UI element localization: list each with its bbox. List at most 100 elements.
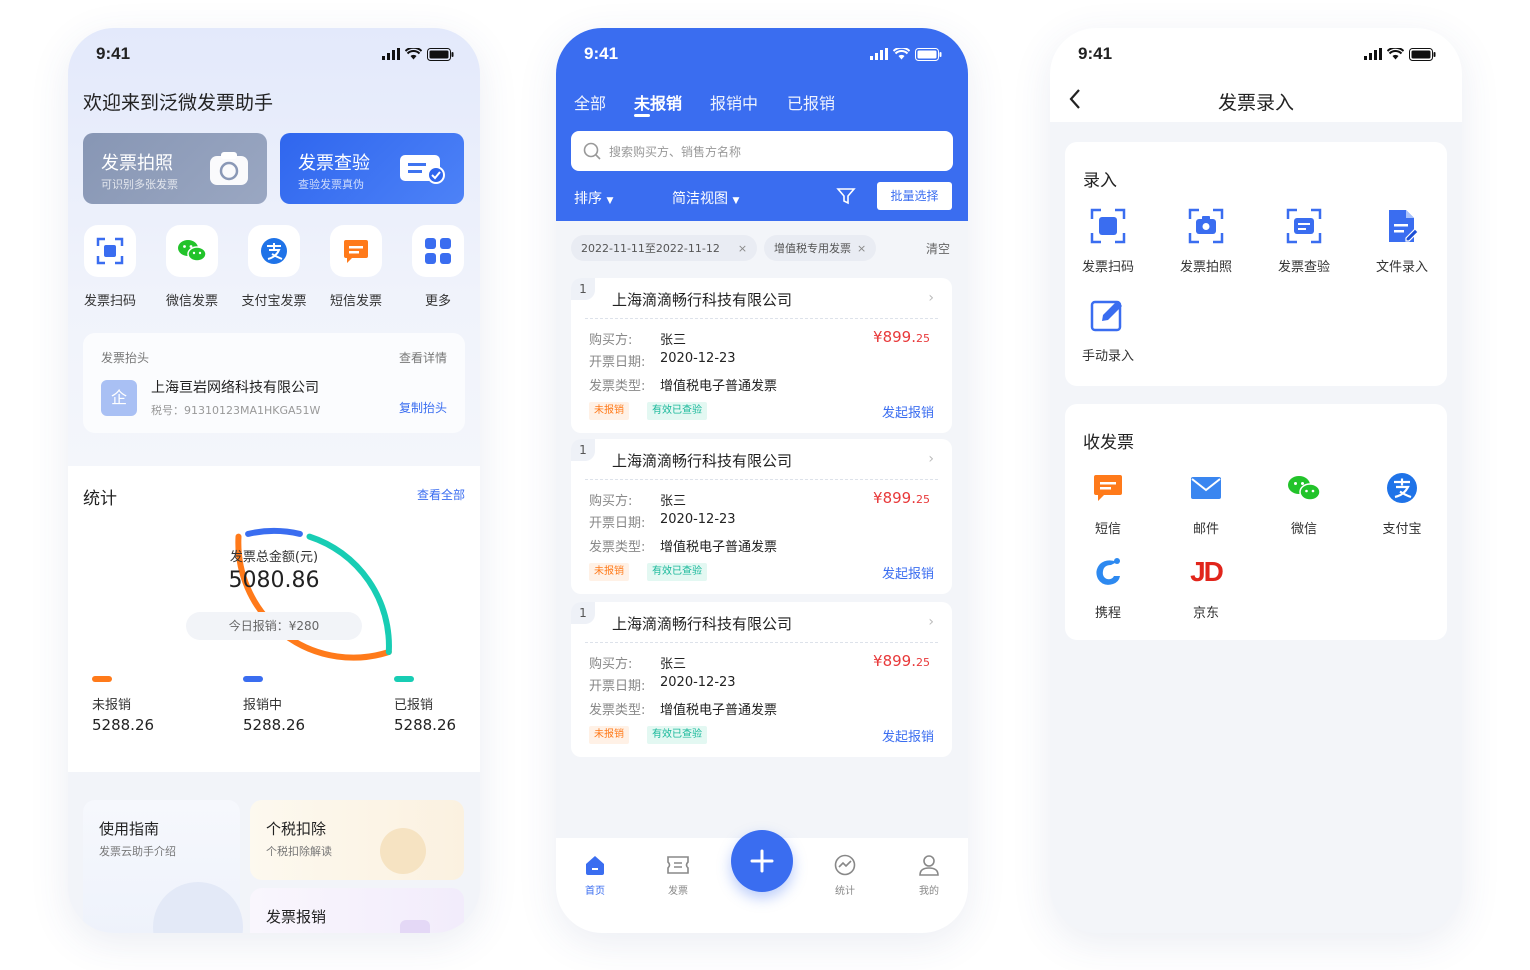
status-badge: 未报销 — [589, 726, 629, 744]
receive-wechat[interactable]: 微信 — [1269, 466, 1339, 537]
invoice-card[interactable]: 1 上海滴滴畅行科技有限公司 › 购买方: 张三 开票日期: 2020-12-2… — [571, 439, 952, 594]
entry-file[interactable]: 文件录入 — [1367, 204, 1437, 275]
copy-header-button[interactable]: 复制抬头 — [399, 399, 447, 416]
stats-title: 统计 — [83, 489, 117, 509]
user-icon — [919, 855, 939, 876]
search-box[interactable]: 搜索购买方、销售方名称 — [571, 131, 953, 171]
close-icon[interactable]: × — [857, 242, 866, 255]
batch-select-button[interactable]: 批量选择 — [877, 182, 952, 210]
chevron-right-icon: › — [928, 451, 934, 467]
guide-decoration — [153, 882, 243, 933]
bottom-nav: 首页 发票 统计 我的 — [556, 830, 968, 933]
tab-reimbursed[interactable]: 已报销 — [787, 90, 835, 114]
filter-chip-type[interactable]: 增值税专用发票 × — [764, 235, 877, 261]
amount-cents: 25 — [916, 656, 930, 669]
add-invoice-button[interactable] — [731, 830, 793, 892]
start-reimbursement-button[interactable]: 发起报销 — [882, 402, 934, 421]
date-key: 开票日期: — [589, 679, 646, 694]
invoice-card[interactable]: 1 上海滴滴畅行科技有限公司 › 购买方: 张三 开票日期: 2020-12-2… — [571, 278, 952, 433]
type-key: 发票类型: — [589, 379, 646, 394]
clear-filters-button[interactable]: 清空 — [926, 240, 950, 257]
entry-manual[interactable]: 手动录入 — [1073, 293, 1143, 364]
reimbursement-card[interactable]: 发票报销 — [250, 888, 464, 933]
amount-main: ¥899. — [873, 328, 916, 346]
filter-chip-date[interactable]: 2022-11-11至2022-11-12 × — [571, 235, 758, 261]
signal-icon — [1364, 48, 1382, 60]
receive-alipay[interactable]: 支付宝 — [1367, 466, 1437, 537]
invoice-card[interactable]: 1 上海滴滴畅行科技有限公司 › 购买方: 张三 开票日期: 2020-12-2… — [571, 602, 952, 757]
caret-down-icon: ▼ — [606, 196, 614, 206]
quick-scan[interactable]: 发票扫码 — [82, 225, 138, 309]
today-reimbursed: 今日报销：¥280 — [186, 612, 362, 640]
legend-in-progress-value: 5288.26 — [243, 716, 306, 734]
nav-stats[interactable]: 统计 — [820, 852, 870, 897]
verified-badge: 有效已查验 — [647, 402, 707, 420]
date-value: 2020-12-23 — [660, 512, 736, 527]
status-time: 9:41 — [96, 44, 131, 63]
sort-dropdown[interactable]: 排序 ▼ — [574, 188, 613, 208]
entry-verify[interactable]: 发票查验 — [1269, 204, 1339, 275]
amount-main: ¥899. — [873, 489, 916, 507]
view-label: 简洁视图 — [672, 191, 728, 207]
quick-alipay[interactable]: 支付宝发票 — [241, 225, 307, 309]
start-reimbursement-button[interactable]: 发起报销 — [882, 563, 934, 582]
amount-cents: 25 — [916, 332, 930, 345]
wechat-icon — [178, 240, 207, 262]
receive-mail[interactable]: 邮件 — [1171, 466, 1241, 537]
edit-icon — [1090, 300, 1122, 332]
type-value: 增值税电子普通发票 — [660, 703, 778, 718]
invoice-verify-button[interactable]: 发票查验 查验发票真伪 — [280, 133, 464, 204]
invoice-entry-screen: 9:41 发票录入 录入 发票扫码 发票拍照 发票查验 文件录入 手动录入 收发… — [1050, 28, 1462, 933]
tab-unreimbursed[interactable]: 未报销 — [634, 90, 682, 114]
entry-verify-label: 发票查验 — [1277, 260, 1330, 275]
ticket-icon — [667, 856, 689, 874]
invoice-photo-button[interactable]: 发票拍照 可识别多张发票 — [83, 133, 267, 204]
user-guide-title: 使用指南 — [99, 820, 160, 838]
status-time: 9:41 — [584, 44, 619, 63]
invoice-verify-subtitle: 查验发票真伪 — [298, 178, 364, 191]
status-bar: 9:41 — [1050, 28, 1462, 80]
buyer-key: 购买方: — [589, 333, 633, 348]
entry-scan[interactable]: 发票扫码 — [1073, 204, 1143, 275]
quick-more[interactable]: 更多 — [410, 225, 466, 309]
status-bar: 9:41 — [68, 28, 480, 80]
nav-home-label: 首页 — [585, 886, 605, 897]
quick-wechat[interactable]: 微信发票 — [164, 225, 220, 309]
scan-icon — [1090, 208, 1126, 244]
nav-invoice[interactable]: 发票 — [653, 852, 703, 897]
status-badge: 未报销 — [589, 402, 629, 420]
receive-sms[interactable]: 短信 — [1073, 466, 1143, 537]
nav-home[interactable]: 首页 — [570, 852, 620, 897]
receive-jd[interactable]: JD 京东 — [1171, 550, 1241, 621]
nav-profile[interactable]: 我的 — [904, 852, 954, 897]
date-key: 开票日期: — [589, 516, 646, 531]
mail-icon — [1191, 477, 1221, 499]
chart-icon — [834, 854, 856, 876]
user-guide-card[interactable]: 使用指南 发票云助手介绍 — [83, 800, 243, 933]
entry-photo[interactable]: 发票拍照 — [1171, 204, 1241, 275]
amount-main: ¥899. — [873, 652, 916, 670]
tax-number: 税号：91310123MA1HKGA51W — [151, 404, 321, 417]
caret-down-icon: ▼ — [732, 196, 740, 206]
view-dropdown[interactable]: 简洁视图 ▼ — [672, 188, 739, 208]
status-bar: 9:41 — [556, 28, 968, 80]
receive-ctrip[interactable]: 携程 — [1073, 550, 1143, 621]
tax-deduction-card[interactable]: 个税扣除 个税扣除解读 — [250, 800, 464, 880]
view-detail-link[interactable]: 查看详情 — [399, 349, 447, 366]
close-icon[interactable]: × — [738, 242, 747, 255]
welcome-title: 欢迎来到泛微发票助手 — [83, 92, 274, 114]
legend-unreimbursed-swatch — [92, 676, 112, 682]
quick-sms[interactable]: 短信发票 — [328, 225, 384, 309]
wifi-icon — [893, 48, 910, 60]
file-icon — [1389, 210, 1418, 242]
tab-in-progress[interactable]: 报销中 — [710, 90, 758, 114]
invoice-verify-title: 发票查验 — [298, 153, 370, 174]
filter-icon[interactable] — [836, 186, 856, 206]
entry-section: 录入 发票扫码 发票拍照 发票查验 文件录入 手动录入 — [1065, 142, 1447, 386]
alipay-icon — [261, 238, 287, 264]
tab-all[interactable]: 全部 — [574, 90, 606, 114]
battery-icon — [915, 47, 942, 61]
start-reimbursement-button[interactable]: 发起报销 — [882, 726, 934, 745]
status-time: 9:41 — [1078, 44, 1113, 63]
view-all-link[interactable]: 查看全部 — [417, 486, 465, 503]
